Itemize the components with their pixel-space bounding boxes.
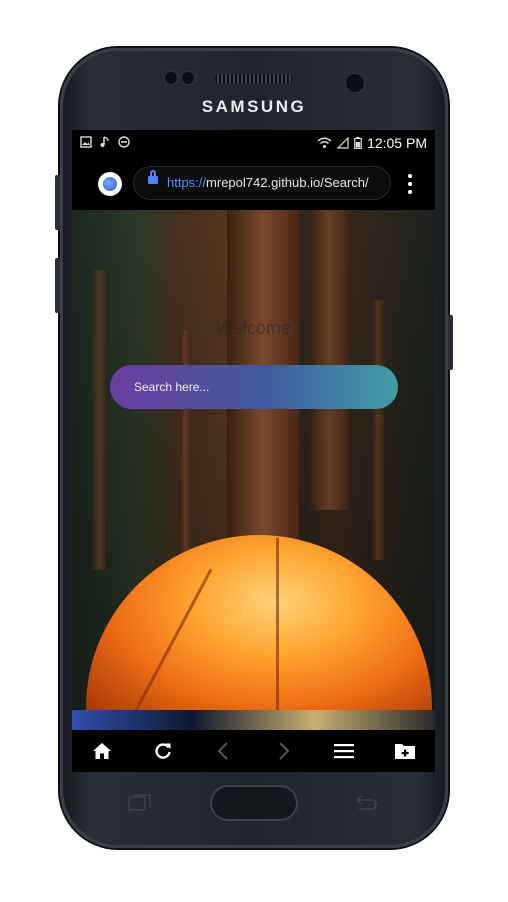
status-bar: 12:05 PM — [72, 130, 435, 158]
wifi-icon — [317, 137, 332, 148]
back-key-icon — [355, 795, 377, 810]
background-tree-trunk — [372, 300, 384, 560]
tent-seam — [276, 538, 279, 723]
menu-icon[interactable] — [324, 731, 364, 771]
url-scheme: https:// — [167, 175, 207, 190]
page-title: Welcome — [216, 318, 291, 338]
earpiece-speaker — [215, 74, 293, 84]
volume-up-button — [55, 175, 60, 230]
volume-down-button — [55, 258, 60, 313]
search-input[interactable] — [110, 365, 398, 409]
site-favicon-icon[interactable] — [98, 172, 122, 196]
forward-chevron-icon[interactable] — [264, 731, 304, 771]
status-time: 12:05 PM — [367, 135, 427, 151]
screen: 12:05 PM https://mrepol742.github.io/Sea… — [72, 130, 435, 772]
power-button — [448, 315, 453, 370]
more-vert-icon[interactable] — [406, 174, 414, 194]
refresh-icon[interactable] — [143, 731, 183, 771]
front-camera — [344, 72, 366, 94]
proximity-sensor — [163, 70, 179, 86]
browser-toolbar: https://mrepol742.github.io/Search/ — [72, 158, 435, 210]
do-not-disturb-icon — [118, 136, 130, 148]
light-sensor — [180, 70, 196, 86]
image-icon — [80, 136, 92, 148]
add-folder-icon[interactable] — [385, 731, 425, 771]
status-right-icons: 12:05 PM — [317, 135, 427, 151]
bottom-nav — [72, 730, 435, 772]
recent-apps-key-icon — [128, 794, 151, 811]
background-tree-trunk — [310, 210, 348, 510]
back-chevron-icon[interactable] — [203, 731, 243, 771]
status-left-icons — [80, 136, 130, 148]
background-tent — [86, 535, 432, 725]
background-ground — [72, 710, 435, 730]
background-tree-trunk — [92, 270, 106, 570]
device-brand: SAMSUNG — [201, 97, 307, 116]
address-bar[interactable]: https://mrepol742.github.io/Search/ — [133, 166, 391, 200]
signal-icon — [337, 137, 349, 149]
page-content: Welcome — [72, 210, 435, 730]
url-host: mrepol742.github.io/Search/ — [206, 175, 369, 190]
home-icon[interactable] — [82, 731, 122, 771]
battery-icon — [354, 137, 362, 149]
lock-icon — [148, 170, 158, 184]
music-note-icon — [100, 136, 109, 147]
url-text[interactable]: https://mrepol742.github.io/Search/ — [167, 175, 369, 190]
home-key — [210, 785, 298, 821]
